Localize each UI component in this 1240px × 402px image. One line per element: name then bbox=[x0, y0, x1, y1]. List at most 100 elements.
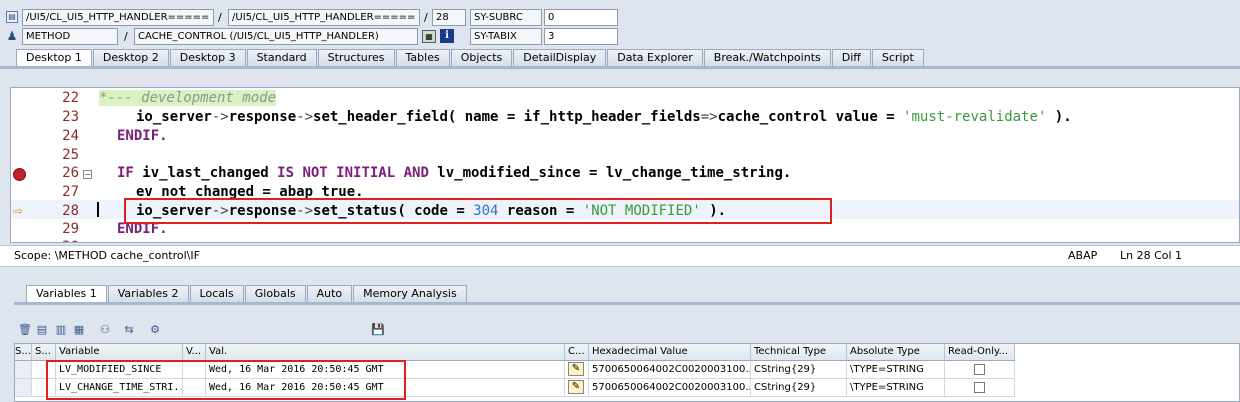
current-statement-arrow-icon: ⇨ bbox=[13, 204, 24, 218]
col-header-variable[interactable]: Variable bbox=[56, 344, 183, 361]
collapse-icon[interactable]: − bbox=[83, 170, 92, 179]
line-number: 30 bbox=[31, 239, 79, 242]
tab-detaildisplay[interactable]: DetailDisplay bbox=[513, 49, 607, 66]
tab-tables[interactable]: Tables bbox=[395, 49, 450, 66]
separator: / bbox=[424, 11, 428, 24]
tab-desktop-3[interactable]: Desktop 3 bbox=[169, 49, 246, 66]
tab-auto[interactable]: Auto bbox=[306, 285, 353, 302]
line-number: 22 bbox=[62, 90, 79, 106]
tab-script[interactable]: Script bbox=[871, 49, 924, 66]
tab-variables-1[interactable]: Variables 1 bbox=[26, 285, 107, 302]
token: ). bbox=[1046, 109, 1072, 125]
program-icon: ▤ bbox=[6, 11, 18, 23]
sysvar2-name-field[interactable]: SY-TABIX bbox=[470, 28, 542, 45]
col-header-technical-type[interactable]: Technical Type bbox=[751, 344, 847, 361]
sysvar-name-field[interactable]: SY-SUBRC bbox=[470, 9, 542, 26]
token: -> bbox=[211, 109, 229, 125]
source-editor[interactable]: 22 23 24 25 26 27 28 29 30 − ⇨ *--- deve… bbox=[10, 87, 1240, 243]
code-line-28: io_server->response->set_status( code = … bbox=[136, 203, 726, 219]
line-number: 26 bbox=[62, 165, 79, 181]
col-header-read-only[interactable]: Read-Only... bbox=[945, 344, 1015, 361]
row-selector[interactable] bbox=[15, 361, 32, 379]
token: ). bbox=[700, 203, 727, 219]
scope-label: Scope: \METHOD cache_control\IF bbox=[14, 249, 200, 262]
line-number: 27 bbox=[62, 184, 79, 200]
breakpoint-icon[interactable] bbox=[13, 168, 26, 181]
variable-value[interactable]: Wed, 16 Mar 2016 20:50:45 GMT bbox=[206, 361, 565, 379]
edit-pencil-icon[interactable]: ✎ bbox=[568, 380, 584, 394]
navigate-icon[interactable]: ▦ bbox=[422, 30, 436, 43]
tab-data-explorer[interactable]: Data Explorer bbox=[607, 49, 703, 66]
token: io_server bbox=[136, 109, 212, 125]
settings-icon[interactable]: ⚙ bbox=[148, 322, 162, 336]
code-line-29: ENDIF. bbox=[117, 221, 168, 237]
tab-locals[interactable]: Locals bbox=[189, 285, 244, 302]
col-header-value[interactable]: Val. bbox=[206, 344, 565, 361]
hex-value[interactable]: 5700650064002C0020003100... bbox=[589, 379, 751, 397]
technical-type: CString{29} bbox=[751, 379, 847, 397]
hex-value[interactable]: 5700650064002C0020003100... bbox=[589, 361, 751, 379]
tab-globals[interactable]: Globals bbox=[244, 285, 306, 302]
variable-value[interactable]: Wed, 16 Mar 2016 20:50:45 GMT bbox=[206, 379, 565, 397]
program-field[interactable]: /UI5/CL_UI5_HTTP_HANDLER===== bbox=[22, 9, 214, 26]
table-row bbox=[32, 379, 56, 397]
col-header-absolute-type[interactable]: Absolute Type bbox=[847, 344, 945, 361]
token: reason = bbox=[498, 203, 583, 219]
variable-name[interactable]: LV_CHANGE_TIME_STRI... bbox=[56, 379, 183, 397]
hierarchy-icon[interactable]: ⚇ bbox=[98, 322, 112, 336]
tab-objects[interactable]: Objects bbox=[450, 49, 513, 66]
tab-desktop-1[interactable]: Desktop 1 bbox=[16, 49, 92, 66]
table-cell bbox=[183, 379, 206, 397]
line-number: 23 bbox=[62, 109, 79, 125]
tab-desktop-2[interactable]: Desktop 2 bbox=[92, 49, 169, 66]
comment: *--- development mode bbox=[99, 90, 277, 106]
method-icon: ♟ bbox=[6, 29, 18, 43]
read-only-checkbox[interactable] bbox=[974, 382, 985, 393]
method-field[interactable]: CACHE_CONTROL (/UI5/CL_UI5_HTTP_HANDLER) bbox=[134, 28, 418, 45]
info-icon[interactable]: i bbox=[440, 29, 454, 43]
token: -> bbox=[296, 109, 314, 125]
event-type-field[interactable]: METHOD bbox=[22, 28, 118, 45]
cursor-bar bbox=[97, 202, 99, 217]
tab-variables-2[interactable]: Variables 2 bbox=[107, 285, 189, 302]
token: 'NOT MODIFIED' bbox=[582, 203, 701, 219]
col-header-c[interactable]: C... bbox=[565, 344, 589, 361]
tab-standard[interactable]: Standard bbox=[246, 49, 317, 66]
status-bar: Scope: \METHOD cache_control\IF ABAP Ln … bbox=[0, 245, 1240, 267]
table-row bbox=[32, 361, 56, 379]
row-selector[interactable] bbox=[15, 379, 32, 397]
separator: / bbox=[218, 11, 222, 24]
tab-breakpoints[interactable]: Break./Watchpoints bbox=[703, 49, 831, 66]
export-icon[interactable]: ▦ bbox=[72, 322, 86, 336]
code-line-23: io_server->response->set_header_field( n… bbox=[136, 109, 1072, 125]
import-icon[interactable]: ▥ bbox=[54, 322, 68, 336]
token: ( code = bbox=[397, 203, 474, 219]
col-header-s[interactable]: S... bbox=[32, 344, 56, 361]
edit-pencil-icon[interactable]: ✎ bbox=[568, 362, 584, 376]
col-header-hex[interactable]: Hexadecimal Value bbox=[589, 344, 751, 361]
line-number-field[interactable]: 28 bbox=[432, 9, 466, 26]
tab-diff[interactable]: Diff bbox=[831, 49, 871, 66]
read-only-checkbox[interactable] bbox=[974, 364, 985, 375]
code-line-22: *--- development mode bbox=[99, 90, 277, 106]
variables-list-icon[interactable]: ▤ bbox=[35, 322, 49, 336]
line-number: 25 bbox=[62, 147, 79, 163]
token: response bbox=[228, 203, 297, 219]
token: ENDIF. bbox=[117, 128, 168, 144]
variables-grid: S... S... Variable V... Val. C... Hexade… bbox=[14, 343, 1240, 402]
edit-cell: ✎ bbox=[565, 379, 589, 397]
code-line-24: ENDIF. bbox=[117, 128, 168, 144]
variable-name[interactable]: LV_MODIFIED_SINCE bbox=[56, 361, 183, 379]
save-icon[interactable]: 💾 bbox=[371, 322, 385, 336]
col-header-status[interactable]: S... bbox=[15, 344, 32, 361]
navigate-icon[interactable]: ⇆ bbox=[122, 322, 136, 336]
sysvar2-value-field[interactable]: 3 bbox=[544, 28, 618, 45]
include-field[interactable]: /UI5/CL_UI5_HTTP_HANDLER===== bbox=[228, 9, 420, 26]
token: IS NOT INITIAL AND bbox=[277, 165, 429, 181]
tab-structures[interactable]: Structures bbox=[317, 49, 395, 66]
tab-memory-analysis[interactable]: Memory Analysis bbox=[353, 285, 467, 302]
sysvar-value-field[interactable]: 0 bbox=[544, 9, 618, 26]
col-header-v[interactable]: V... bbox=[183, 344, 206, 361]
delete-icon[interactable]: 🗑 bbox=[18, 322, 32, 336]
token: 304 bbox=[473, 203, 499, 219]
